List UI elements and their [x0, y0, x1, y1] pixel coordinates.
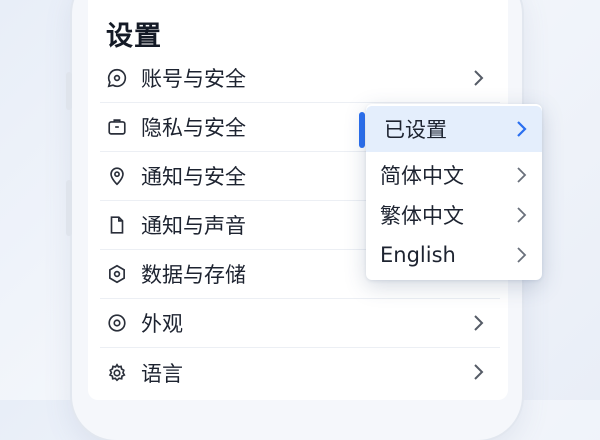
language-option-label: English [380, 243, 456, 267]
settings-item-label: 语言 [141, 361, 183, 386]
document-icon [103, 211, 131, 239]
chevron-right-icon [517, 121, 527, 137]
chat-bubble-icon [103, 64, 131, 92]
chevron-right-icon [474, 315, 484, 331]
selection-accent-bar [359, 112, 365, 148]
settings-item-label: 数据与存储 [141, 263, 246, 287]
language-option-label: 繁体中文 [380, 204, 464, 228]
language-selected-option[interactable]: 已设置 [366, 106, 542, 152]
gear-icon [103, 359, 131, 387]
location-pin-icon [103, 162, 131, 190]
chevron-right-icon [517, 207, 527, 223]
settings-item-label: 通知与安全 [141, 165, 246, 189]
language-selected-label: 已设置 [384, 118, 447, 142]
page-title: 设置 [106, 21, 162, 52]
settings-item-account-security[interactable]: 账号与安全 [100, 54, 500, 103]
settings-item-label: 外观 [141, 312, 183, 336]
chevron-right-icon [517, 167, 527, 183]
chevron-right-icon [474, 364, 484, 380]
language-option-label: 简体中文 [380, 164, 464, 188]
chevron-right-icon [517, 247, 527, 263]
language-option-english[interactable]: English [366, 236, 542, 274]
settings-item-label: 账号与安全 [141, 67, 246, 91]
phone-side-button [66, 180, 72, 236]
settings-item-label: 通知与声音 [141, 214, 246, 238]
circle-icon [103, 309, 131, 337]
language-option-simplified-chinese[interactable]: 简体中文 [366, 156, 542, 194]
chevron-right-icon [474, 70, 484, 86]
briefcase-icon [103, 113, 131, 141]
settings-item-language[interactable]: 语言 [100, 348, 500, 397]
hexagon-icon [103, 260, 131, 288]
language-option-traditional-chinese[interactable]: 繁体中文 [366, 196, 542, 234]
language-dropdown: 已设置 简体中文 繁体中文 English [366, 104, 542, 280]
phone-side-button [66, 72, 72, 110]
settings-item-label: 隐私与安全 [141, 116, 246, 140]
settings-item-appearance[interactable]: 外观 [100, 299, 500, 348]
